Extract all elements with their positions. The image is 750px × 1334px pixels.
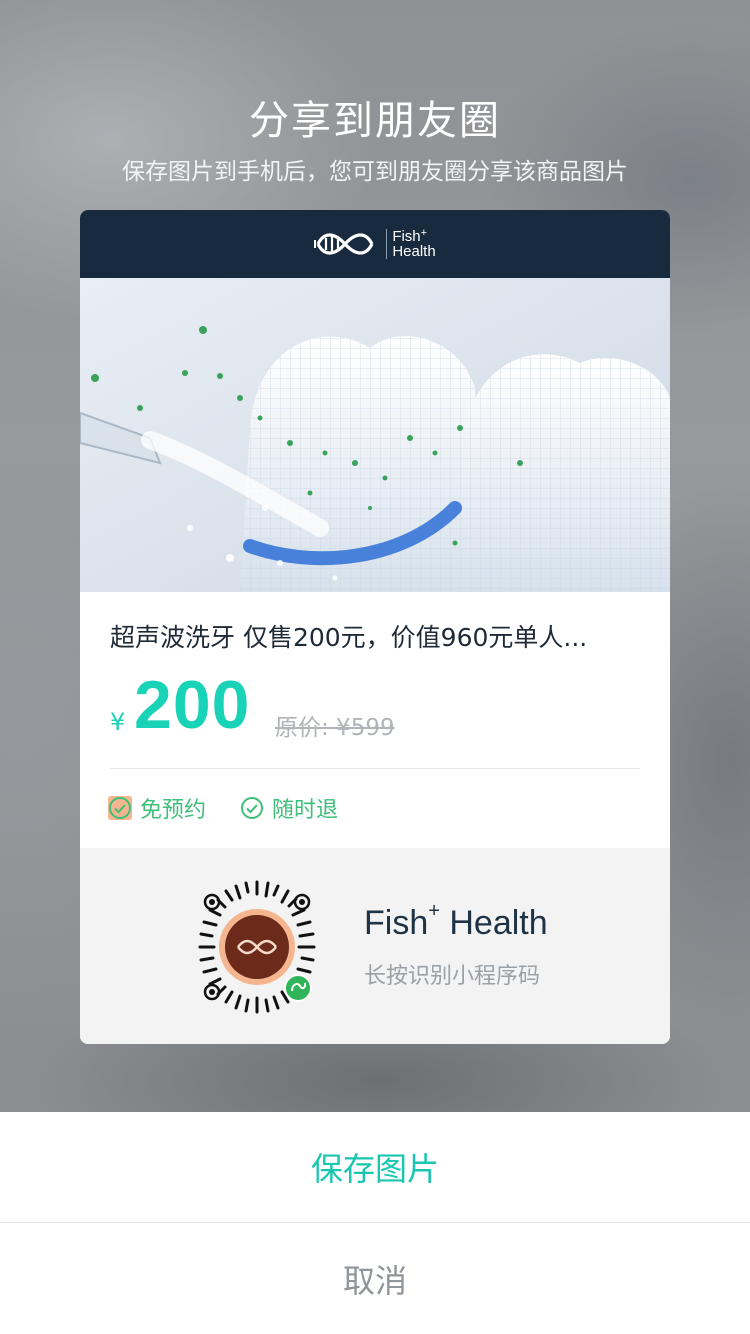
footer-hint: 长按识别小程序码 [364, 964, 541, 989]
brand-header: Fish+ Health [80, 210, 670, 278]
tag-label: 随时退 [272, 798, 339, 823]
currency-symbol: ¥ [110, 708, 126, 736]
current-price: 200 [134, 667, 251, 743]
brand-name-plus: + [420, 227, 428, 239]
share-title: 分享到朋友圈 [249, 98, 501, 144]
check-circle-icon [108, 796, 132, 820]
save-image-button[interactable]: 保存图片 [0, 1112, 750, 1222]
action-sheet: 保存图片 取消 [0, 1112, 750, 1334]
footer-name-plus: + [428, 900, 440, 922]
divider [110, 768, 640, 769]
check-circle-icon [241, 797, 263, 819]
mini-program-code [198, 880, 316, 1014]
mini-program-footer: Fish+ Health 长按识别小程序码 [80, 848, 670, 1044]
tag-no-reservation: 免预约 [108, 792, 206, 824]
tag-refund-anytime: 随时退 [240, 792, 338, 824]
brand-wordmark: Fish+ Health [386, 227, 436, 260]
cancel-button[interactable]: 取消 [0, 1223, 750, 1334]
original-price: 原价: ¥599 [275, 715, 395, 741]
footer-app-name: Fish+ Health [364, 900, 548, 943]
dna-logo-icon [314, 233, 374, 255]
footer-name-part2: Health [439, 904, 548, 942]
share-subtitle: 保存图片到手机后，您可到朋友圈分享该商品图片 [122, 159, 628, 185]
share-poster-card: Fish+ Health 超声波洗牙 仅售200元，价值960元单人... ¥ … [80, 210, 670, 1044]
tag-label: 免预约 [140, 798, 207, 823]
brand-logo: Fish+ Health [314, 227, 436, 260]
product-title: 超声波洗牙 仅售200元，价值960元单人... [110, 623, 588, 652]
footer-name-part1: Fish [364, 904, 429, 942]
brand-name-line2: Health [392, 243, 436, 260]
product-hero-image [80, 278, 670, 592]
